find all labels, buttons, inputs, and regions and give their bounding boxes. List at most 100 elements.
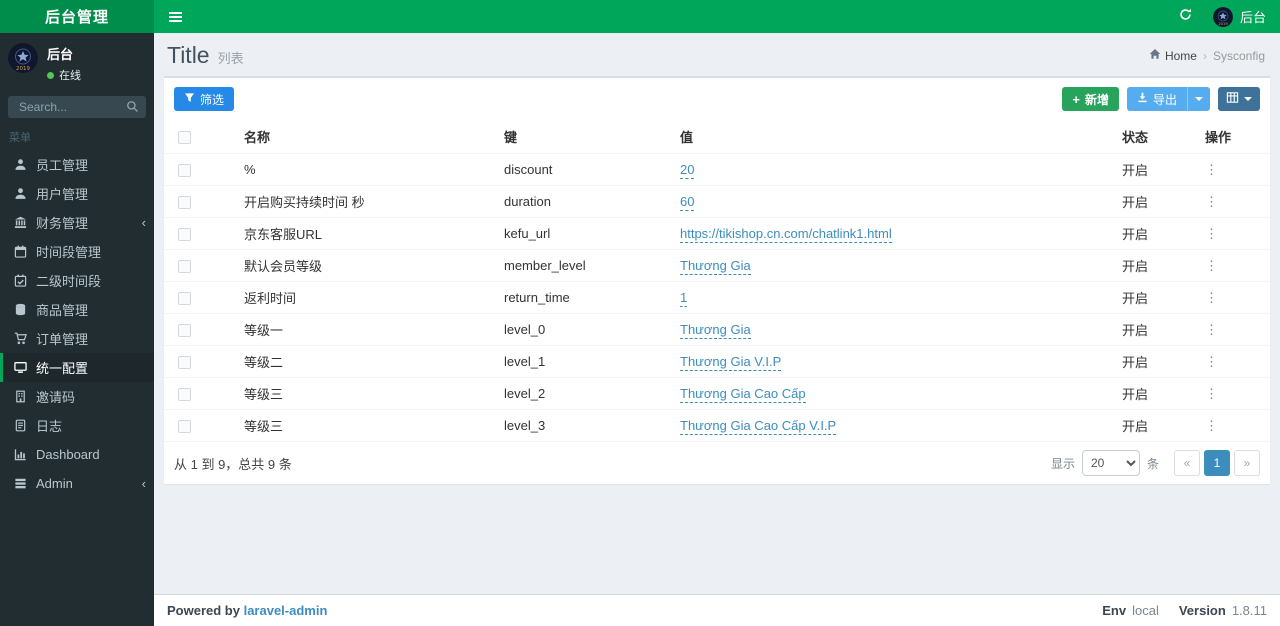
pager-next-button[interactable]: » <box>1234 450 1260 476</box>
refresh-button[interactable] <box>1166 0 1205 33</box>
row-actions-icon[interactable]: ⋮ <box>1205 162 1218 177</box>
laravel-admin-link[interactable]: laravel-admin <box>244 603 328 618</box>
cell-status: 开启 <box>1114 185 1197 218</box>
sidebar-item-invite[interactable]: 邀请码 <box>0 382 154 411</box>
table-row: 等级二 level_1 Thương Gia V.I.P 开启 ⋮ <box>164 345 1270 378</box>
row-checkbox[interactable] <box>178 228 191 242</box>
sidebar-item-label: 邀请码 <box>36 390 76 405</box>
navbar-right: 2019 后台 <box>1166 0 1280 33</box>
cell-value-editable[interactable]: Thương Gia Cao Cấp V.I.P <box>680 418 837 435</box>
content-header: Title 列表 Home › Sysconfig <box>154 33 1280 76</box>
new-button[interactable]: + 新增 <box>1062 87 1119 111</box>
sidebar-item-subslot[interactable]: 二级时间段 <box>0 266 154 295</box>
sidebar-item-staff[interactable]: 员工管理 <box>0 150 154 179</box>
sidebar-item-users[interactable]: 用户管理 <box>0 179 154 208</box>
export-icon <box>1137 92 1148 106</box>
calendar-icon <box>13 245 28 258</box>
row-checkbox[interactable] <box>178 196 191 210</box>
sidebar-item-label: 用户管理 <box>36 187 89 202</box>
table-row: 京东客服URL kefu_url https://tikishop.cn.com/c… <box>164 217 1270 250</box>
export-button[interactable]: 导出 <box>1126 87 1187 111</box>
cell-value-editable[interactable]: 20 <box>680 162 695 179</box>
row-actions-icon[interactable]: ⋮ <box>1205 290 1218 305</box>
cell-value-editable[interactable]: 1 <box>680 290 688 307</box>
sidebar-toggle-button[interactable] <box>154 0 197 33</box>
hamburger-icon <box>169 11 182 14</box>
row-checkbox[interactable] <box>178 260 191 274</box>
column-selector-button[interactable] <box>1218 87 1260 111</box>
cell-value-editable[interactable]: 60 <box>680 194 695 211</box>
breadcrumb-current: Sysconfig <box>1212 48 1265 63</box>
cell-key: level_1 <box>496 345 672 378</box>
user-icon <box>13 187 28 200</box>
sidebar-item-label: 时间段管理 <box>36 245 102 260</box>
cell-name: 开启购买持续时间 秒 <box>236 185 496 218</box>
home-icon <box>1149 48 1161 63</box>
cell-value-editable[interactable]: https://tikishop.cn.com/chatlink1.html <box>680 226 892 243</box>
rows-summary: 从 1 到 9，总共 9 条 <box>174 456 292 472</box>
user-menu[interactable]: 2019 后台 <box>1205 0 1280 33</box>
row-actions-icon[interactable]: ⋮ <box>1205 258 1218 273</box>
cell-value-editable[interactable]: Thương Gia Cao Cấp <box>680 386 806 403</box>
data-table: 名称 键 值 状态 操作 % discount 20 开启 ⋮ 开启购买持续时间 秒 dur… <box>164 120 1270 441</box>
sidebar: 2019 后台 在线 菜单 员工管理用户管理财务管理 ‹ 时间段管理二级时间段商品管… <box>0 33 154 626</box>
sidebar-item-orders[interactable]: 订单管理 <box>0 324 154 353</box>
user-icon <box>13 158 28 171</box>
row-actions-icon[interactable]: ⋮ <box>1205 418 1218 433</box>
sidebar-item-admin[interactable]: Admin ‹ <box>0 469 154 498</box>
row-checkbox[interactable] <box>178 356 191 370</box>
breadcrumb-home-link[interactable]: Home <box>1149 48 1197 63</box>
sidebar-user-status: 在线 <box>47 67 81 83</box>
online-status-label: 在线 <box>59 70 81 82</box>
row-checkbox[interactable] <box>178 164 191 178</box>
row-actions-icon[interactable]: ⋮ <box>1205 354 1218 369</box>
desktop-icon <box>13 361 28 374</box>
cell-name: 返利时间 <box>236 281 496 314</box>
admin-app: 后台管理 2019 后台 2019 后台 在线 Search... 菜单 员工管… <box>0 0 1280 626</box>
pager: « 1 » <box>1174 450 1260 476</box>
breadcrumb-separator: › <box>1202 48 1207 63</box>
sidebar-item-label: 员工管理 <box>36 158 89 173</box>
row-checkbox[interactable] <box>178 420 191 434</box>
row-actions-icon[interactable]: ⋮ <box>1205 386 1218 401</box>
sidebar-item-goods[interactable]: 商品管理 <box>0 295 154 324</box>
row-actions-icon[interactable]: ⋮ <box>1205 322 1218 337</box>
export-dropdown-toggle[interactable] <box>1187 87 1210 111</box>
row-checkbox[interactable] <box>178 388 191 402</box>
bar-chart-icon <box>13 448 28 461</box>
grid-toolbar: 筛选 + 新增 导出 <box>164 78 1270 120</box>
select-all-checkbox[interactable] <box>178 131 191 145</box>
export-split-button: 导出 <box>1126 87 1210 111</box>
cart-icon <box>13 332 28 345</box>
pager-prev-button[interactable]: « <box>1174 450 1200 476</box>
row-actions-icon[interactable]: ⋮ <box>1205 226 1218 241</box>
sidebar-item-timeslot[interactable]: 时间段管理 <box>0 237 154 266</box>
env-value: local <box>1132 603 1159 618</box>
cell-name: 等级三 <box>236 377 496 410</box>
grid-footer: 从 1 到 9，总共 9 条 显示 20 条 « 1 » <box>164 441 1270 484</box>
sidebar-search <box>8 96 146 118</box>
sidebar-item-logs[interactable]: 日志 <box>0 411 154 440</box>
filter-button[interactable]: 筛选 <box>174 87 235 111</box>
pager-page-1-button[interactable]: 1 <box>1204 450 1230 476</box>
table-header-row: 名称 键 值 状态 操作 <box>164 120 1270 154</box>
column-header-status: 状态 <box>1114 120 1197 154</box>
table-row: 等级三 level_3 Thương Gia Cao Cấp V.I.P 开启 ⋮ <box>164 409 1270 441</box>
sidebar-item-dashboard[interactable]: Dashboard <box>0 440 154 469</box>
sidebar-item-sysconfig[interactable]: 统一配置 <box>0 353 154 382</box>
cell-value-editable[interactable]: Thương Gia V.I.P <box>680 354 782 371</box>
row-checkbox[interactable] <box>178 292 191 306</box>
row-checkbox[interactable] <box>178 324 191 338</box>
online-status-dot <box>47 71 54 79</box>
sidebar-user-info: 后台 在线 <box>47 43 81 83</box>
search-icon[interactable] <box>126 100 139 118</box>
cell-value-editable[interactable]: Thương Gia <box>680 322 751 339</box>
calendar-check-icon <box>13 274 28 287</box>
sidebar-item-finance[interactable]: 财务管理 ‹ <box>0 208 154 237</box>
cell-value-editable[interactable]: Thương Gia <box>680 258 751 275</box>
brand-logo[interactable]: 后台管理 <box>0 0 154 33</box>
sidebar-user-panel: 2019 后台 在线 <box>0 33 154 91</box>
per-page-select[interactable]: 20 <box>1081 450 1140 476</box>
row-actions-icon[interactable]: ⋮ <box>1205 194 1218 209</box>
column-header-name: 名称 <box>236 120 496 154</box>
